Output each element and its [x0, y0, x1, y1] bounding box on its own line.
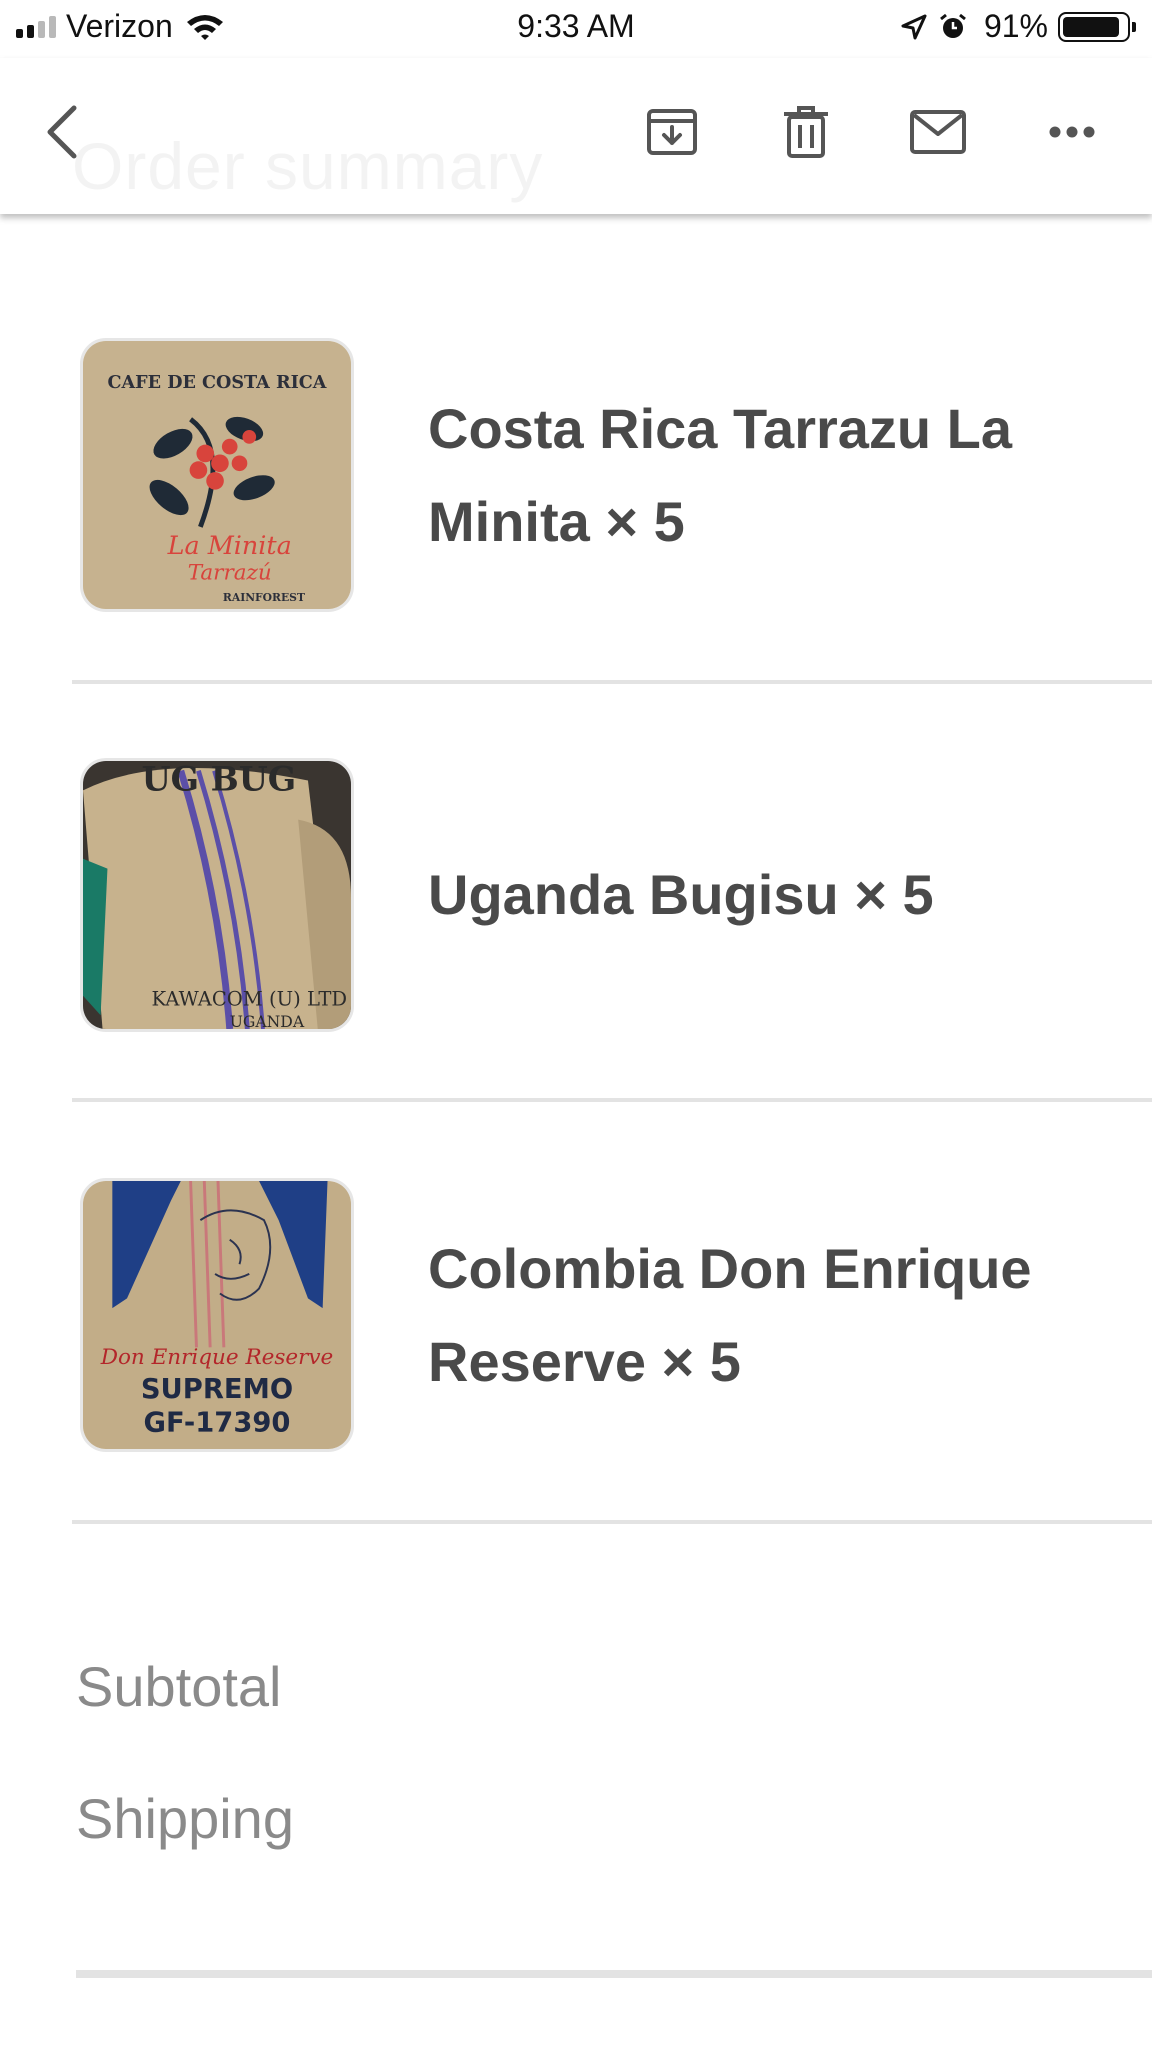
archive-button[interactable] — [640, 100, 704, 164]
alarm-icon — [940, 13, 966, 38]
back-button[interactable] — [30, 100, 94, 164]
sack-text: La Minita — [167, 530, 292, 560]
status-bar: Verizon 9:33 AM 91% — [0, 0, 1152, 58]
divider — [72, 1520, 1152, 1524]
sack-text: Don Enrique Reserve — [100, 1345, 334, 1370]
battery-fill — [1063, 16, 1120, 37]
subtotal-label: Subtotal — [76, 1655, 282, 1718]
coffee-sack-image: CAFE DE COSTA RICA La Minita Tarrazú RAI… — [83, 341, 351, 609]
product-image: UG BUG KAWACOM (U) LTD UGANDA — [80, 758, 354, 1032]
product-image: CAFE DE COSTA RICA La Minita Tarrazú RAI… — [80, 338, 354, 612]
order-item-uganda[interactable]: UG BUG KAWACOM (U) LTD UGANDA Uganda Bug… — [0, 686, 1152, 1106]
location-arrow-icon — [901, 14, 927, 39]
more-button[interactable] — [1040, 100, 1104, 164]
summary-divider — [76, 1970, 1152, 1978]
coffee-sack-image: UG BUG KAWACOM (U) LTD UGANDA — [83, 761, 351, 1029]
delete-button[interactable] — [774, 100, 838, 164]
mail-button[interactable] — [906, 100, 970, 164]
divider — [72, 680, 1152, 684]
battery-icon — [1058, 11, 1136, 42]
battery-percent: 91% — [983, 8, 1048, 44]
coffee-sack-image: Don Enrique Reserve SUPREMO GF-17390 — [83, 1181, 351, 1449]
divider — [72, 1098, 1152, 1102]
item-name: Uganda Bugisu × 5 — [428, 863, 934, 926]
ghost-page-title: Order summary — [72, 129, 544, 203]
order-item-costa-rica[interactable]: CAFE DE COSTA RICA La Minita Tarrazú RAI… — [0, 266, 1152, 686]
sack-text: SUPREMO — [141, 1374, 293, 1405]
more-icon — [1049, 126, 1095, 138]
toolbar: Order summary — [0, 58, 1152, 214]
archive-icon — [647, 109, 697, 155]
mail-icon — [910, 110, 966, 154]
trash-icon — [784, 106, 828, 158]
sack-text: UGANDA — [230, 1012, 305, 1029]
shipping-label: Shipping — [76, 1787, 294, 1850]
sack-text: KAWACOM (U) LTD — [151, 988, 347, 1011]
order-item-colombia[interactable]: Don Enrique Reserve SUPREMO GF-17390 Col… — [0, 1106, 1152, 1526]
sack-text: GF-17390 — [144, 1407, 291, 1438]
sack-text: CAFE DE COSTA RICA — [108, 372, 327, 393]
item-name: Costa Rica Tarrazu La Minita × 5 — [428, 397, 1013, 553]
back-chevron-icon — [47, 105, 77, 159]
sack-text: Tarrazú — [188, 561, 272, 586]
sack-text: UG BUG — [142, 761, 296, 798]
sack-text: RAINFOREST — [223, 591, 305, 604]
item-name: Colombia Don Enrique Reserve × 5 — [428, 1237, 1032, 1393]
product-image: Don Enrique Reserve SUPREMO GF-17390 — [80, 1178, 354, 1452]
status-right: 91% — [900, 8, 1136, 45]
